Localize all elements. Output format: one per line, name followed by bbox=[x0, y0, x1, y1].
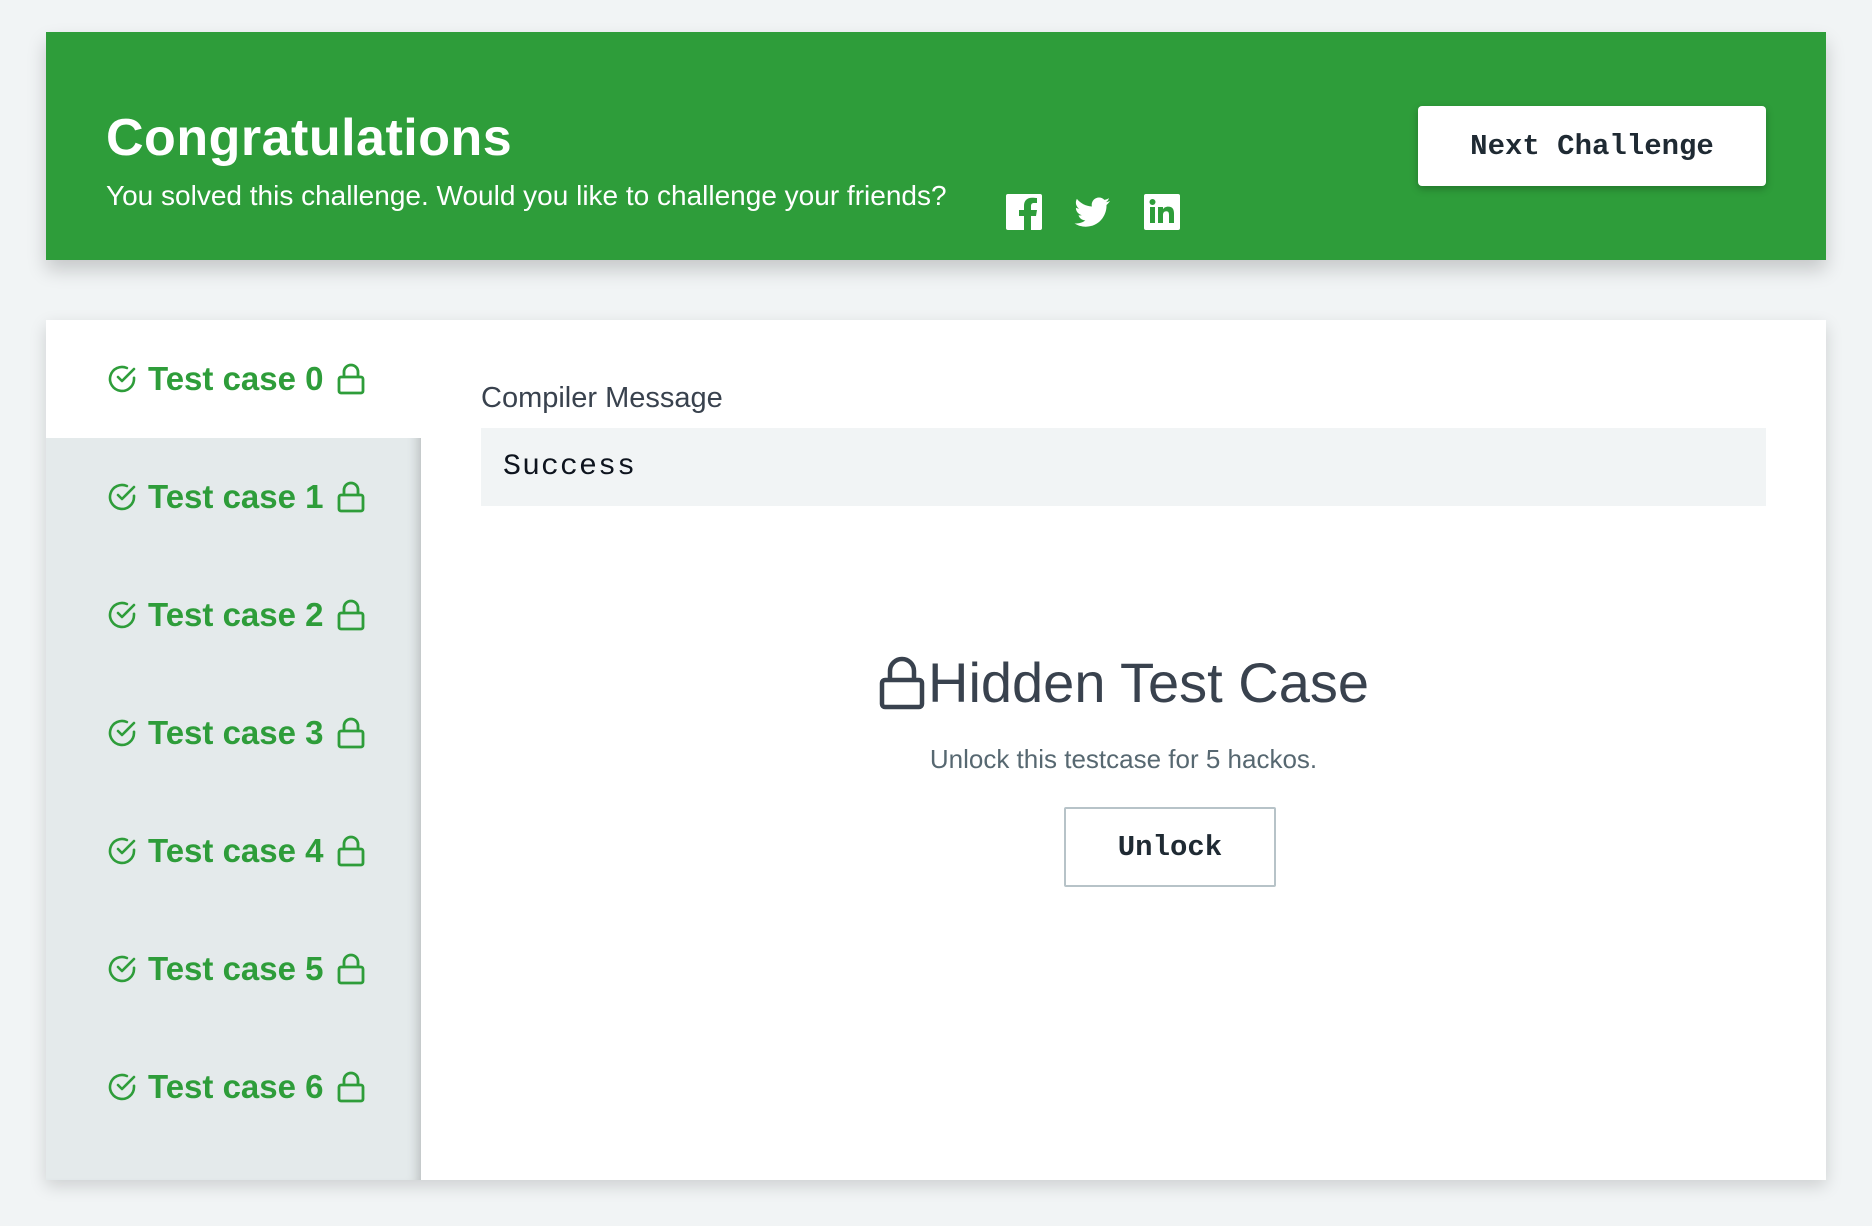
testcase-tabs: Test case 0 Test case 1 Test case 2 Test ca… bbox=[46, 320, 421, 1180]
facebook-icon[interactable] bbox=[1004, 192, 1044, 232]
lock-icon bbox=[337, 1071, 364, 1103]
check-circle-icon bbox=[108, 719, 136, 747]
tab-label: Test case 4 bbox=[148, 832, 324, 869]
tab-test-case-6[interactable]: Test case 6 bbox=[46, 1028, 421, 1146]
compiler-message-label: Compiler Message bbox=[481, 382, 723, 414]
check-circle-icon bbox=[108, 365, 136, 393]
tab-label: Test case 6 bbox=[148, 1068, 324, 1105]
tab-label: Test case 0 bbox=[148, 360, 324, 397]
tab-label: Test case 1 bbox=[148, 478, 324, 515]
tab-label: Test case 2 bbox=[148, 596, 324, 633]
tab-test-case-5[interactable]: Test case 5 bbox=[46, 910, 421, 1028]
tab-test-case-1[interactable]: Test case 1 bbox=[46, 438, 421, 556]
banner-title: Congratulations bbox=[106, 109, 513, 167]
testcase-content: Compiler Message Success Hidden Test Cas… bbox=[481, 320, 1766, 1180]
lock-icon bbox=[337, 953, 364, 985]
tab-test-case-2[interactable]: Test case 2 bbox=[46, 556, 421, 674]
check-circle-icon bbox=[108, 601, 136, 629]
twitter-icon[interactable] bbox=[1072, 192, 1112, 232]
tab-test-case-4[interactable]: Test case 4 bbox=[46, 792, 421, 910]
testcase-panel: Test case 0 Test case 1 Test case 2 Test ca… bbox=[46, 320, 1826, 1180]
check-circle-icon bbox=[108, 955, 136, 983]
tab-test-case-3[interactable]: Test case 3 bbox=[46, 674, 421, 792]
next-challenge-button[interactable]: Next Challenge bbox=[1418, 106, 1766, 186]
hidden-title-text: Hidden Test Case bbox=[928, 651, 1369, 714]
lock-icon bbox=[337, 717, 364, 749]
lock-icon bbox=[879, 656, 925, 709]
tab-label: Test case 3 bbox=[148, 714, 324, 751]
compiler-message-box: Success bbox=[481, 428, 1766, 506]
lock-icon bbox=[337, 599, 364, 631]
banner-subtitle: You solved this challenge. Would you lik… bbox=[106, 180, 947, 211]
hidden-test-case-title: Hidden Test Case bbox=[878, 650, 1369, 715]
tab-label: Test case 5 bbox=[148, 950, 324, 987]
lock-icon bbox=[337, 835, 364, 867]
congratulations-banner: Congratulations You solved this challeng… bbox=[46, 32, 1826, 260]
compiler-message-text: Success bbox=[503, 450, 637, 484]
unlock-button[interactable]: Unlock bbox=[1064, 807, 1276, 887]
check-circle-icon bbox=[108, 837, 136, 865]
lock-icon bbox=[337, 481, 364, 513]
check-circle-icon bbox=[108, 1073, 136, 1101]
check-circle-icon bbox=[108, 483, 136, 511]
linkedin-icon[interactable] bbox=[1142, 192, 1182, 232]
lock-icon bbox=[337, 363, 364, 395]
hidden-test-case-subtitle: Unlock this testcase for 5 hackos. bbox=[929, 744, 1318, 774]
tab-test-case-0[interactable]: Test case 0 bbox=[46, 320, 421, 438]
hidden-test-case: Hidden Test Case bbox=[481, 650, 1766, 715]
